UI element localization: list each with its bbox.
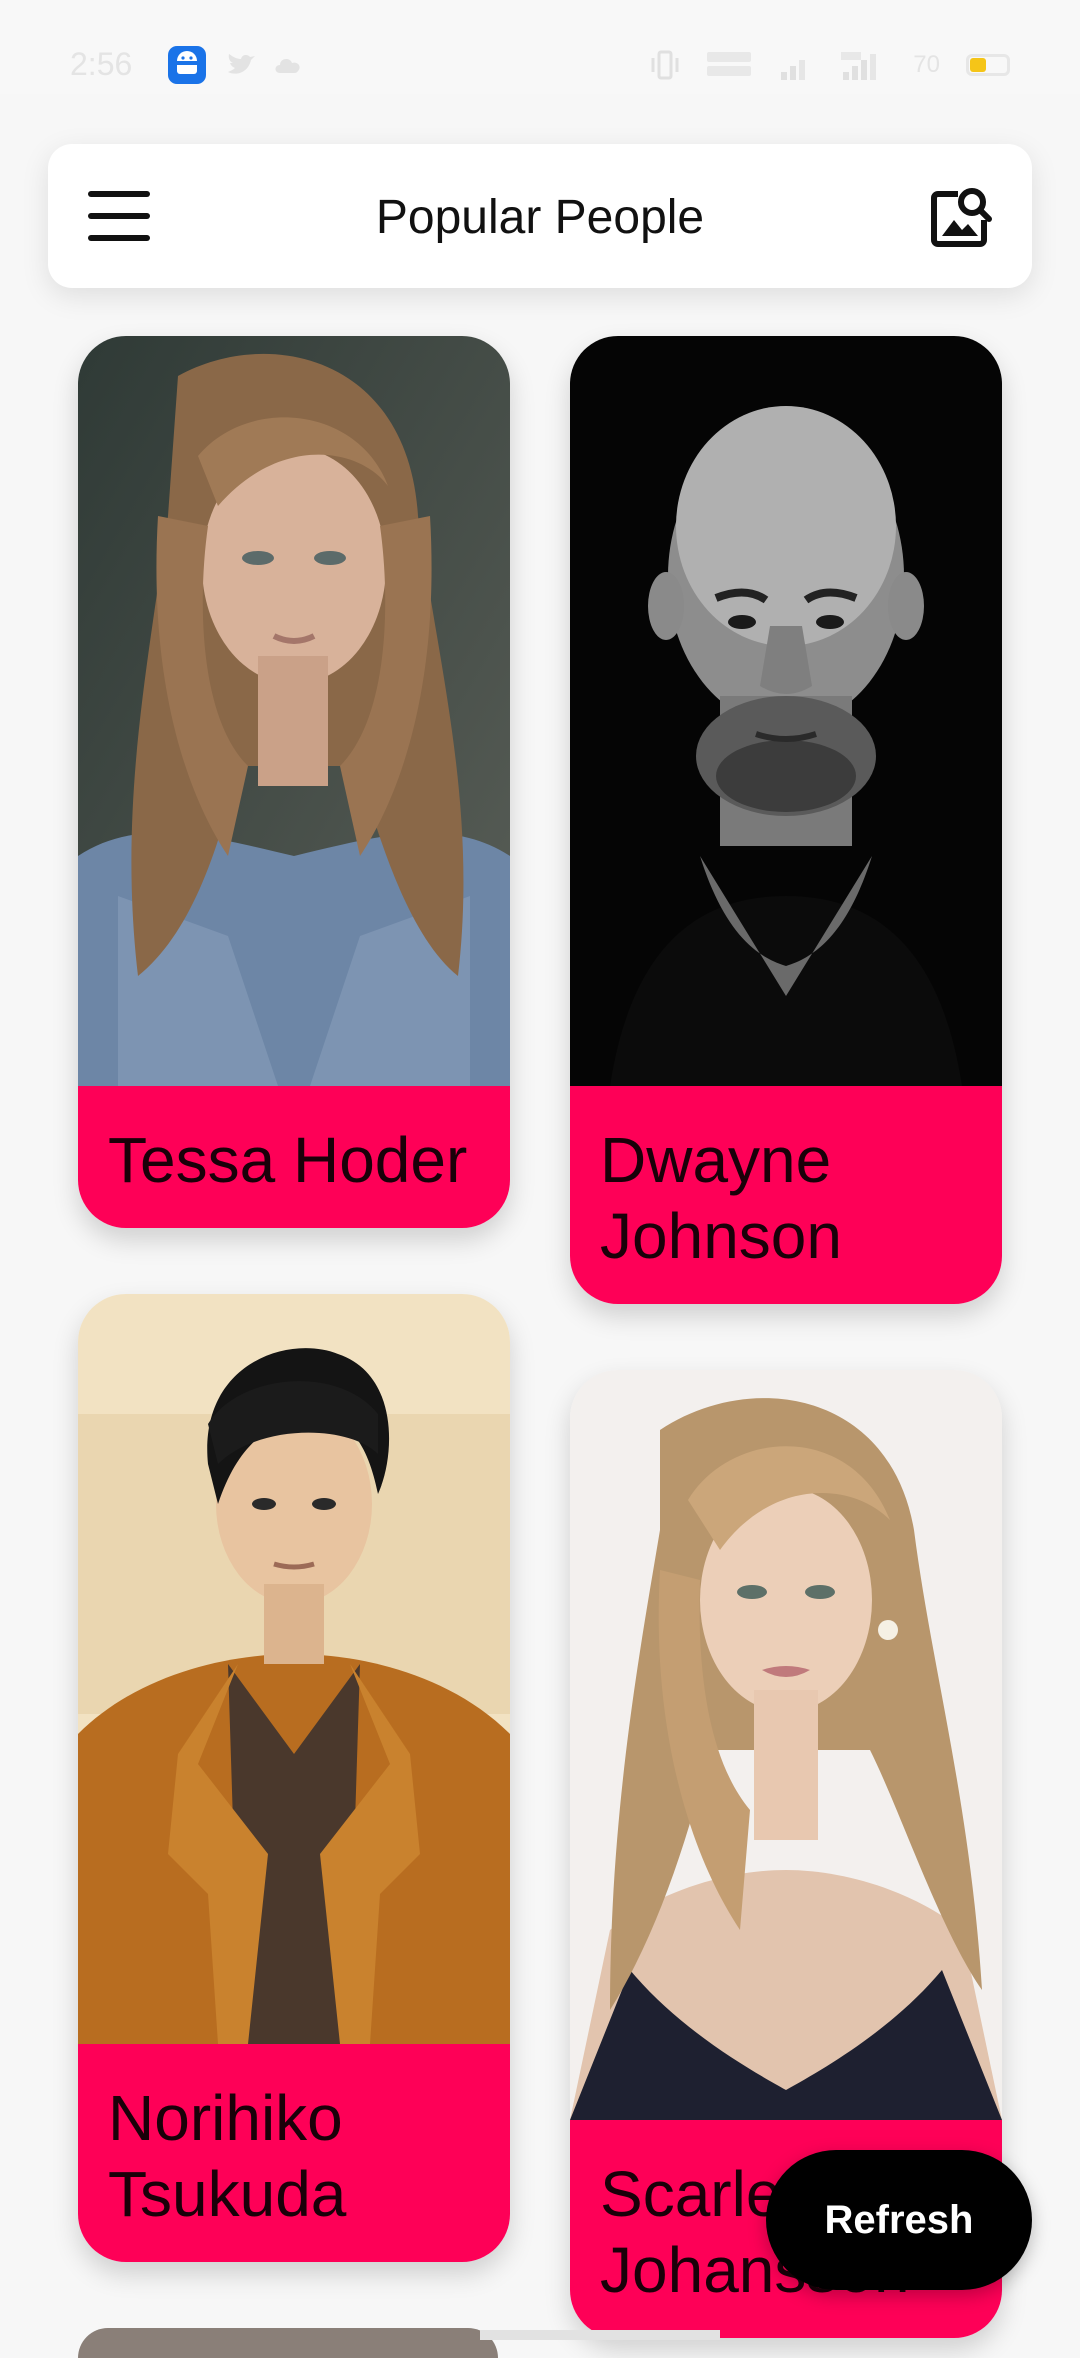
person-photo <box>570 336 1002 1086</box>
status-right-icons: 70 <box>651 48 1010 82</box>
refresh-button[interactable]: Refresh <box>766 2150 1032 2290</box>
person-name: Norihiko Tsukuda <box>78 2044 510 2262</box>
status-time: 2:56 <box>70 46 133 82</box>
person-photo <box>78 1294 510 2044</box>
person-card[interactable]: Tessa Hoder <box>78 336 510 1228</box>
app-bar: Popular People <box>48 144 1032 288</box>
person-photo <box>78 336 510 1086</box>
cloud-icon <box>270 46 308 84</box>
status-bar: 2:56 70 <box>0 0 1080 94</box>
person-name: Tessa Hoder <box>78 1086 510 1228</box>
person-name: Dwayne Johnson <box>570 1086 1002 1304</box>
person-photo <box>570 1370 1002 2120</box>
data-speed-icon <box>707 52 752 76</box>
twitter-icon <box>222 46 260 84</box>
page-title: Popular People <box>375 191 705 244</box>
vibrate-icon <box>651 50 679 80</box>
scroll-indicator[interactable] <box>480 2330 720 2340</box>
signal-icon <box>781 60 806 80</box>
next-card-peek <box>78 2328 498 2358</box>
battery-icon <box>966 54 1010 76</box>
signal-icon <box>841 52 877 80</box>
battery-percent: 70 <box>913 51 940 78</box>
image-search-icon <box>931 188 992 247</box>
image-search-button[interactable] <box>928 184 994 250</box>
android-icon <box>168 46 206 84</box>
battery-level <box>970 58 986 72</box>
person-card[interactable]: Dwayne Johnson <box>570 336 1002 1304</box>
person-card[interactable]: Norihiko Tsukuda <box>78 1294 510 2262</box>
